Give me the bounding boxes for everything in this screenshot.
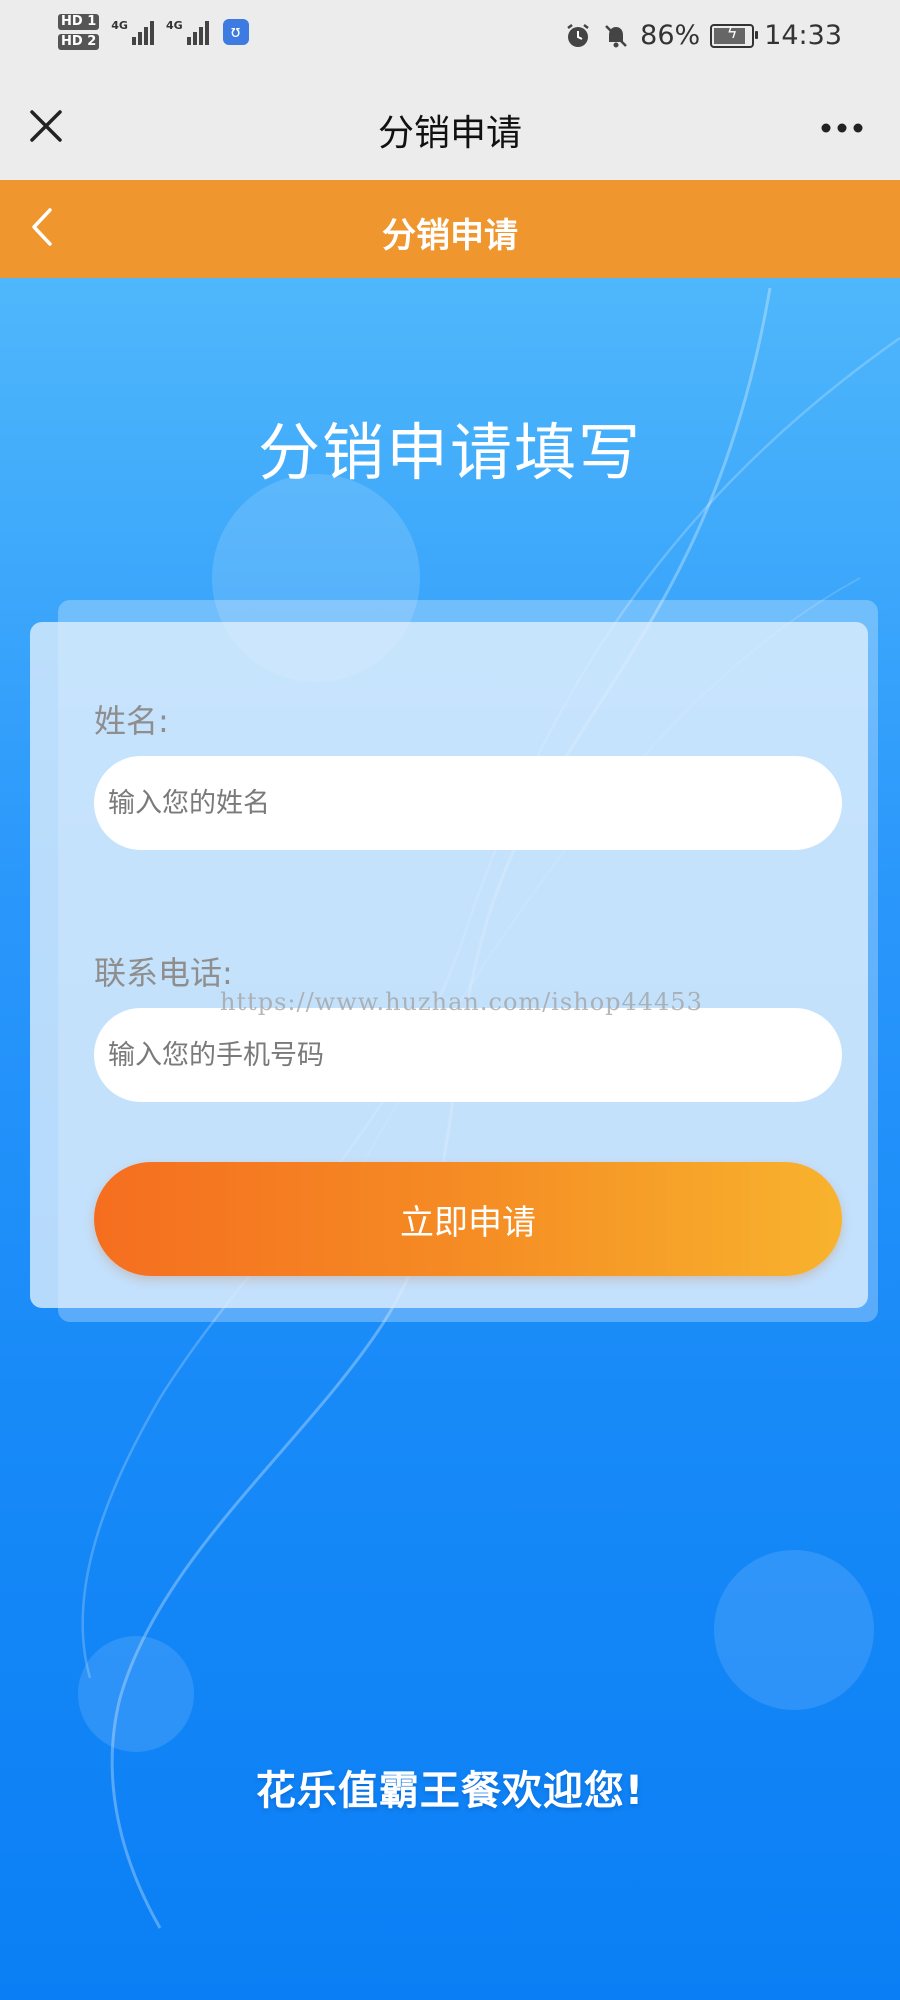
- page-title: 分销申请: [377, 113, 522, 154]
- phone-label: 联系电话:: [94, 954, 233, 992]
- form-title: 分销申请填写: [257, 416, 642, 489]
- name-input[interactable]: [94, 756, 842, 850]
- hd2-badge: HD 2: [58, 34, 100, 50]
- phone-input[interactable]: [94, 1008, 842, 1102]
- battery-icon: ϟ: [710, 23, 759, 48]
- header-title: 分销申请: [382, 216, 518, 256]
- signal-group: HD 1 HD 2 4G 4G ʊ: [58, 14, 249, 50]
- main-content: 分销申请填写 姓名: 联系电话: 立即申请 https://www.huzhan…: [0, 278, 900, 2000]
- status-right: 86% ϟ 14:33: [564, 20, 842, 51]
- name-label: 姓名:: [94, 702, 169, 740]
- welcome-text: 花乐值霸王餐欢迎您!: [255, 1768, 645, 1814]
- signal-icon-2: 4G: [166, 19, 209, 45]
- hd1-badge: HD 1: [58, 14, 100, 30]
- notification-app-icon: ʊ: [222, 19, 249, 45]
- title-bar: 分销申请: [0, 80, 900, 180]
- battery-percent: 86%: [640, 20, 701, 51]
- clock: 14:33: [764, 20, 842, 51]
- app-header: 分销申请: [0, 180, 900, 278]
- alarm-icon: [567, 23, 589, 47]
- watermark: https://www.huzhan.com/ishop44453: [220, 988, 703, 1016]
- mute-icon: [605, 24, 628, 47]
- decor-bubble: [78, 1636, 194, 1752]
- application-form: 姓名: 联系电话: 立即申请: [30, 622, 868, 1308]
- more-button[interactable]: [818, 116, 866, 140]
- apply-button[interactable]: 立即申请: [94, 1162, 842, 1276]
- status-bar: HD 1 HD 2 4G 4G ʊ 86% ϟ 14:33: [0, 0, 900, 80]
- signal-icon-1: 4G: [111, 19, 154, 45]
- decor-bubble: [714, 1550, 874, 1710]
- more-icon: [821, 123, 863, 133]
